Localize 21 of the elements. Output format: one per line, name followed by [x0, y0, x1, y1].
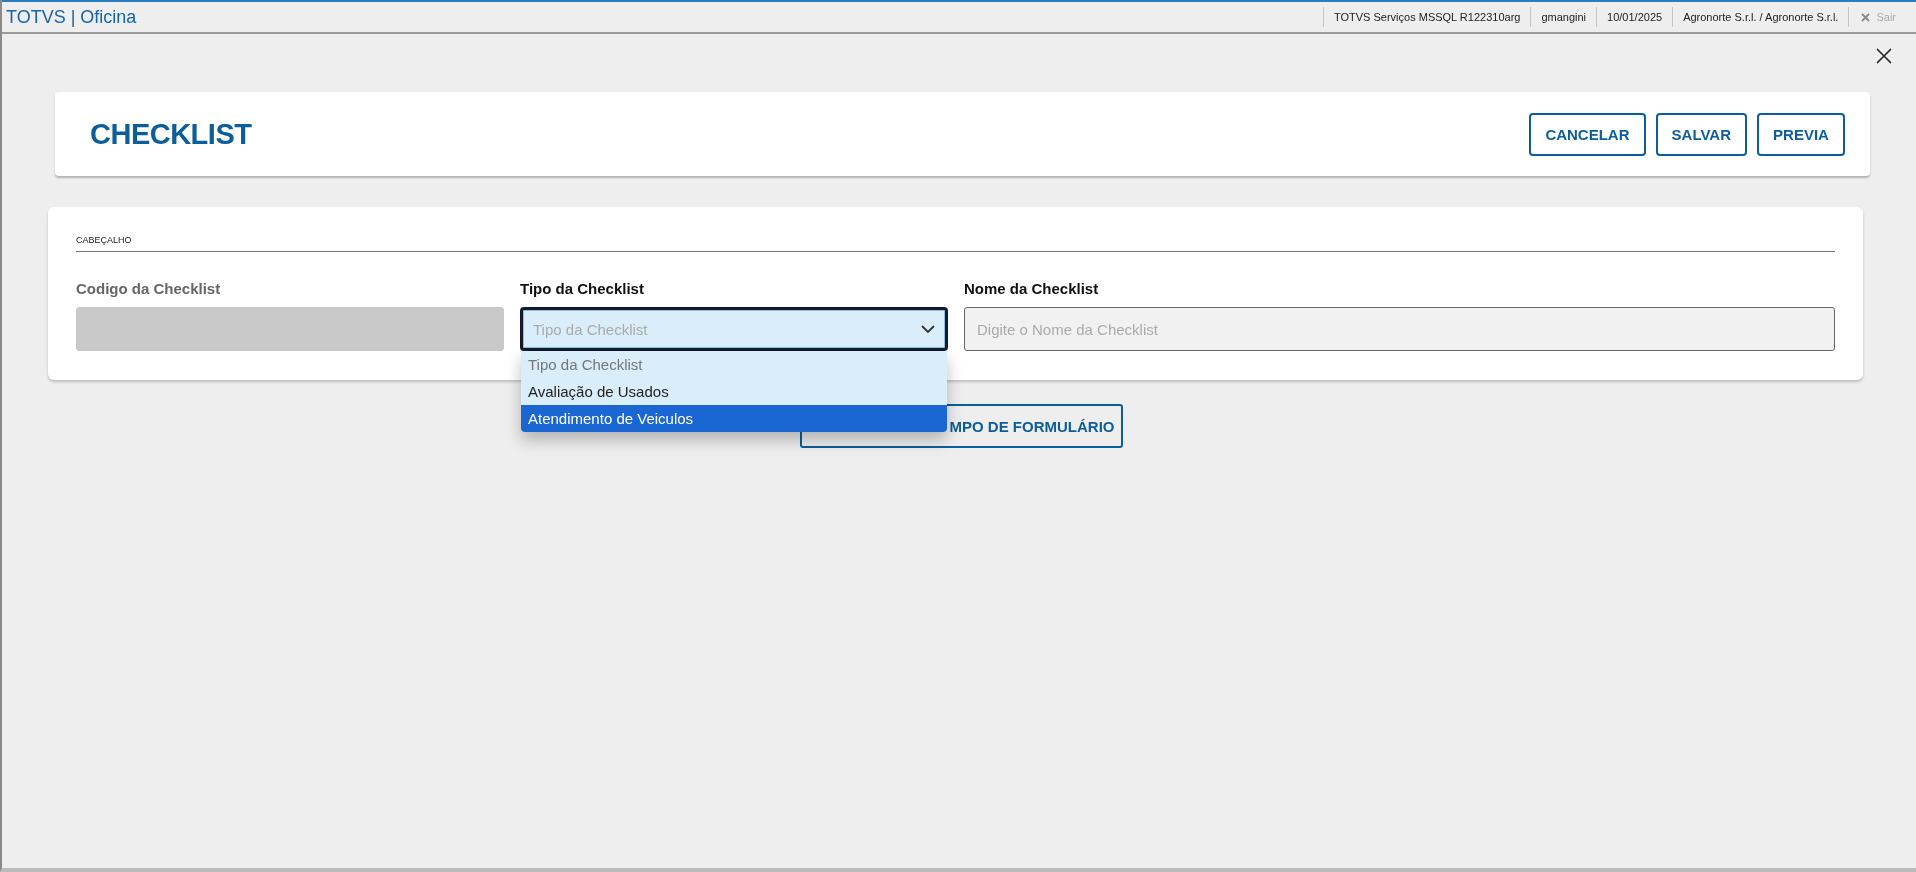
status-item: gmangini: [1530, 7, 1597, 27]
dropdown-option[interactable]: Avaliação de Usados: [521, 378, 947, 405]
action-button[interactable]: PREVIA: [1757, 112, 1845, 156]
input-field[interactable]: Digite o Nome da Checklist: [964, 307, 1835, 351]
close-icon: [1861, 12, 1871, 22]
field-label: Codigo da Checklist: [76, 280, 222, 297]
status-item: TOTVS Serviços MSSQL R122310arg: [1322, 7, 1531, 27]
field-label: Tipo da Checklist: [520, 280, 645, 297]
status-item: Agronorte S.r.l. / Agronorte S.r.l.: [1672, 7, 1849, 27]
status-item: 10/01/2025: [1596, 7, 1673, 27]
add-field-button[interactable]: MPO DE FORMULÁRIO: [799, 404, 1123, 448]
chevron-down-icon: [921, 324, 935, 334]
section-title: CABEÇALHO: [76, 235, 1835, 252]
page-title: CHECKLIST: [90, 117, 253, 151]
field-label: Nome da Checklist: [964, 280, 1100, 297]
action-button[interactable]: CANCELAR: [1529, 112, 1646, 156]
action-button[interactable]: SALVAR: [1655, 112, 1747, 156]
app-title: TOTVS | Oficina: [5, 6, 138, 28]
close-button[interactable]: [1874, 46, 1894, 66]
dropdown-option[interactable]: Atendimento de Veiculos: [521, 405, 947, 432]
close-icon: [1874, 46, 1894, 66]
